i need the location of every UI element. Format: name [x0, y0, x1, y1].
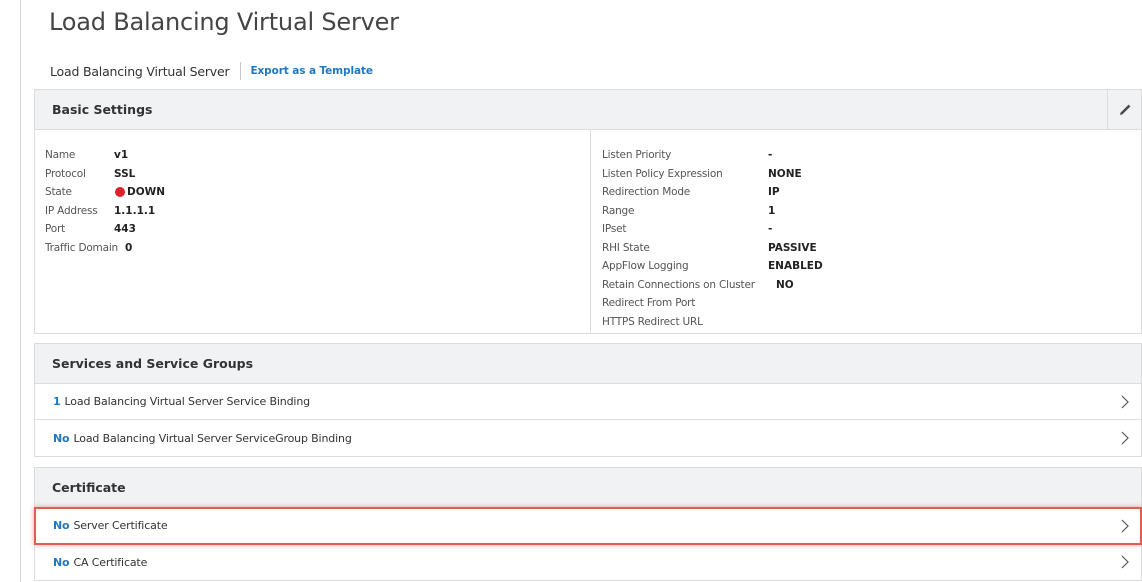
setting-value: ENABLED [768, 260, 823, 273]
setting-label: HTTPS Redirect URL [602, 315, 703, 328]
setting-label: Port [45, 223, 66, 236]
basic-settings-header: Basic Settings [35, 90, 1141, 130]
setting-listen-priority: Listen Priority - [602, 146, 1141, 165]
certificate-panel: Certificate No Server Certificate No CA … [34, 467, 1142, 581]
setting-label: Listen Priority [602, 149, 672, 162]
services-header: Services and Service Groups [35, 344, 1141, 384]
services-title: Services and Service Groups [52, 356, 254, 371]
certificate-count: No [53, 519, 70, 532]
service-binding-row[interactable]: 1 Load Balancing Virtual Server Service … [35, 384, 1141, 420]
setting-value: 0 [125, 241, 133, 254]
certificate-title: Certificate [52, 480, 126, 495]
setting-value: DOWN [127, 186, 166, 199]
certificate-header: Certificate [35, 468, 1141, 508]
chevron-right-icon [1121, 395, 1129, 409]
export-template-link[interactable]: Export as a Template [250, 65, 373, 77]
setting-rhi-state: RHI State PASSIVE [602, 239, 1141, 258]
setting-redirection-mode: Redirection Mode IP [602, 183, 1141, 202]
basic-settings-right-column: Listen Priority - Listen Policy Expressi… [591, 130, 1141, 333]
setting-value: 443 [114, 223, 136, 236]
setting-label: State [45, 186, 72, 199]
setting-value: PASSIVE [768, 241, 817, 254]
setting-label: Listen Policy Expression [602, 167, 723, 180]
setting-label: Name [45, 149, 76, 162]
setting-value: 1 [768, 204, 776, 217]
basic-settings-panel: Basic Settings Name v1 Protocol SSL Stat… [34, 89, 1142, 334]
page-title: Load Balancing Virtual Server [49, 8, 399, 36]
setting-traffic-domain: Traffic Domain 0 [45, 239, 590, 258]
setting-label: Retain Connections on Cluster [602, 278, 755, 291]
setting-value: NONE [768, 167, 802, 180]
setting-port: Port 443 [45, 220, 590, 239]
servicegroup-binding-row[interactable]: No Load Balancing Virtual Server Service… [35, 420, 1141, 456]
setting-retain-connections: Retain Connections on Cluster NO [602, 276, 1141, 295]
setting-label: AppFlow Logging [602, 260, 689, 273]
setting-https-redirect-url: HTTPS Redirect URL [602, 313, 1141, 332]
setting-ipset: IPset - [602, 220, 1141, 239]
basic-settings-title: Basic Settings [52, 102, 153, 117]
binding-count: No [53, 431, 70, 445]
status-down-icon [115, 187, 125, 198]
pencil-icon [1119, 104, 1130, 115]
services-panel: Services and Service Groups 1 Load Balan… [34, 343, 1142, 457]
setting-state: State DOWN [45, 183, 590, 202]
setting-name: Name v1 [45, 146, 590, 165]
binding-label: Load Balancing Virtual Server ServiceGro… [73, 431, 352, 445]
basic-settings-left-column: Name v1 Protocol SSL State DOWN IP Addre… [35, 130, 591, 333]
setting-listen-policy-expression: Listen Policy Expression NONE [602, 165, 1141, 184]
ca-certificate-row[interactable]: No CA Certificate [35, 544, 1141, 580]
edit-basic-settings-button[interactable] [1107, 90, 1141, 129]
setting-label: IP Address [45, 204, 98, 217]
setting-label: Protocol [45, 167, 86, 180]
setting-value: - [768, 223, 773, 236]
binding-label: Load Balancing Virtual Server Service Bi… [64, 395, 311, 408]
setting-label: Redirection Mode [602, 186, 691, 199]
chevron-right-icon [1121, 431, 1129, 445]
setting-ip-address: IP Address 1.1.1.1 [45, 202, 590, 221]
certificate-label: CA Certificate [73, 555, 148, 569]
breadcrumb-title: Load Balancing Virtual Server [50, 63, 230, 79]
setting-value: 1.1.1.1 [114, 204, 156, 217]
setting-value: SSL [114, 167, 136, 180]
setting-value: IP [768, 186, 780, 199]
setting-label: Range [602, 204, 635, 217]
breadcrumb-divider [240, 62, 242, 80]
state-value: DOWN [114, 186, 165, 198]
left-border [20, 0, 21, 582]
breadcrumb: Load Balancing Virtual Server Export as … [50, 61, 373, 81]
setting-value: - [768, 149, 773, 162]
setting-appflow-logging: AppFlow Logging ENABLED [602, 257, 1141, 276]
setting-label: Traffic Domain [45, 241, 118, 254]
setting-label: RHI State [602, 241, 650, 254]
setting-redirect-from-port: Redirect From Port [602, 294, 1141, 313]
server-certificate-row[interactable]: No Server Certificate [34, 507, 1142, 545]
chevron-right-icon [1121, 555, 1129, 569]
setting-label: Redirect From Port [602, 297, 696, 310]
certificate-count: No [53, 555, 70, 569]
certificate-label: Server Certificate [73, 519, 168, 532]
binding-count: 1 [53, 395, 61, 408]
setting-value: v1 [114, 149, 129, 162]
setting-label: IPset [602, 223, 627, 236]
setting-range: Range 1 [602, 202, 1141, 221]
setting-protocol: Protocol SSL [45, 165, 590, 184]
chevron-right-icon [1121, 519, 1129, 533]
setting-value: NO [776, 278, 794, 291]
